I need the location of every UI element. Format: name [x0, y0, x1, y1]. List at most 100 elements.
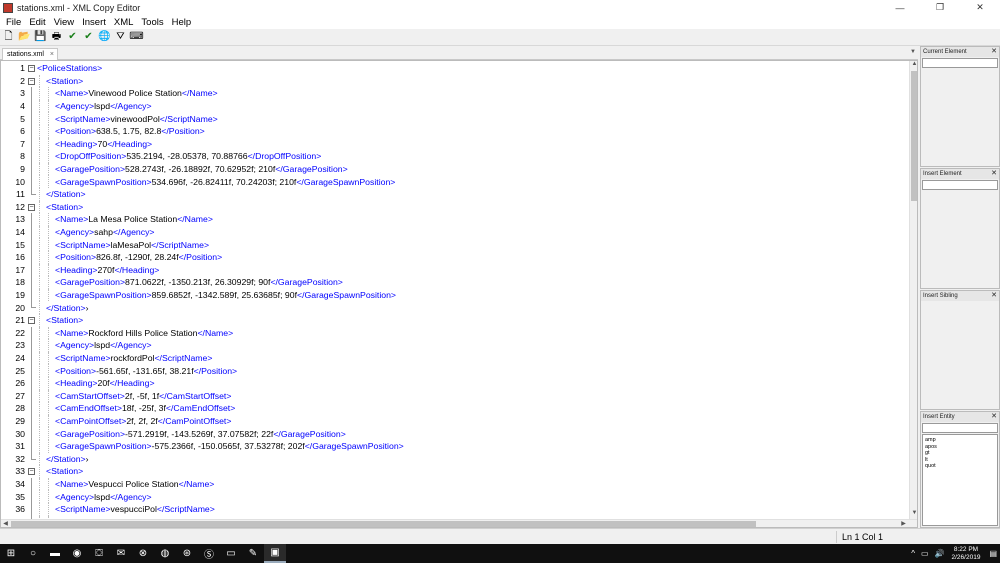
horizontal-scroll-thumb[interactable]: [11, 521, 756, 527]
code-line[interactable]: 10 <GarageSpawnPosition> 534.696f, -26.824…: [1, 175, 909, 188]
notifications-icon[interactable]: ▤: [989, 549, 997, 558]
menu-xml[interactable]: XML: [110, 17, 138, 28]
fold-toggle-icon[interactable]: −: [27, 314, 37, 327]
code-line[interactable]: 12− <Station>: [1, 200, 909, 214]
code-line[interactable]: 29 <CamPointOffset> 2f, 2f, 2f </CamPointOf…: [1, 414, 909, 428]
menu-view[interactable]: View: [50, 17, 78, 28]
close-icon[interactable]: ✕: [991, 47, 997, 55]
pane-dropdown-icon[interactable]: ▼: [910, 49, 918, 57]
file-explorer-icon[interactable]: ▬: [44, 544, 66, 563]
code-line[interactable]: 11 </Station>: [1, 188, 909, 201]
pretty-print-icon[interactable]: ⌨: [129, 31, 143, 44]
skype-icon[interactable]: Ⓢ: [198, 544, 220, 563]
steam-icon[interactable]: ⊛: [176, 544, 198, 563]
horizontal-scrollbar[interactable]: ◀ ▶: [1, 519, 917, 527]
menu-edit[interactable]: Edit: [25, 17, 49, 28]
code-line[interactable]: 28 <CamEndOffset> 18f, -25f, 3f </CamEndOff…: [1, 402, 909, 415]
fold-toggle-icon[interactable]: −: [27, 465, 37, 478]
current-element-field[interactable]: [922, 58, 998, 68]
tray-overflow-icon[interactable]: ^: [911, 549, 915, 558]
code-line[interactable]: 35 <Agency> lspd </Agency>: [1, 490, 909, 503]
mail-icon[interactable]: ✉: [110, 544, 132, 563]
clock[interactable]: 8:22 PM 2/26/2019: [952, 546, 981, 562]
indent-guide: [37, 263, 46, 277]
code-line[interactable]: 30 <GaragePosition> -571.2919f, -143.5269f…: [1, 427, 909, 440]
code-line[interactable]: 22 <Name> Rockford Hills Police Station </N…: [1, 326, 909, 340]
code-line[interactable]: 25 <Position> -561.65f, -131.65f, 38.21f </…: [1, 364, 909, 377]
browser-icon[interactable]: 🌐: [98, 31, 111, 44]
vertical-scrollbar[interactable]: ▲ ▼: [909, 61, 917, 519]
code-line[interactable]: 4 <Agency> lspd </Agency>: [1, 99, 909, 113]
xml-copy-editor-icon[interactable]: ▣: [264, 544, 286, 563]
code-line[interactable]: 9 <GaragePosition> 528.2743f, -26.18892f, …: [1, 162, 909, 176]
code-line[interactable]: 13 <Name> La Mesa Police Station </Name>: [1, 213, 909, 226]
code-line[interactable]: 18 <GaragePosition> 871.0622f, -1350.213f,…: [1, 276, 909, 289]
menu-insert[interactable]: Insert: [78, 17, 110, 28]
scroll-up-icon[interactable]: ▲: [910, 61, 917, 70]
menu-tools[interactable]: Tools: [137, 17, 167, 28]
fold-toggle-icon[interactable]: −: [27, 62, 37, 75]
network-icon[interactable]: ▭: [921, 549, 929, 558]
code-line[interactable]: 27 <CamStartOffset> 2f, -5f, 1f </CamStartO…: [1, 389, 909, 403]
scroll-down-icon[interactable]: ▼: [910, 510, 917, 519]
fold-toggle-icon[interactable]: −: [27, 201, 37, 214]
start-icon[interactable]: ⊞: [0, 544, 22, 563]
code-line[interactable]: 23 <Agency> lspd </Agency>: [1, 339, 909, 352]
code-line[interactable]: 21− <Station>: [1, 314, 909, 327]
code-line[interactable]: 19 <GarageSpawnPosition> 859.6852f, -1342.…: [1, 288, 909, 302]
code-line[interactable]: 32 </Station> ›: [1, 452, 909, 466]
close-icon[interactable]: ✕: [991, 412, 997, 420]
validate-icon[interactable]: ✔: [82, 31, 95, 44]
close-icon[interactable]: ✕: [991, 169, 997, 177]
save-icon[interactable]: 💾: [34, 31, 47, 44]
close-icon[interactable]: ✕: [991, 291, 997, 299]
code-line[interactable]: 33− <Station>: [1, 465, 909, 478]
store-icon[interactable]: ⛋: [88, 544, 110, 563]
insert-entity-field[interactable]: [922, 423, 998, 433]
code-editor[interactable]: 1− <PoliceStations> 2− <Station> 3 <Name> Vine…: [0, 60, 918, 528]
xslt-icon[interactable]: ⛛: [114, 31, 127, 44]
menu-file[interactable]: File: [2, 17, 25, 28]
code-line[interactable]: 24 <ScriptName> rockfordPol </ScriptName>: [1, 351, 909, 365]
terminal-icon[interactable]: ▭: [220, 544, 242, 563]
menu-help[interactable]: Help: [168, 17, 196, 28]
code-line[interactable]: 17 <Heading> 270f </Heading>: [1, 263, 909, 277]
code-line[interactable]: 15 <ScriptName> laMesaPol </ScriptName>: [1, 238, 909, 251]
vertical-scroll-thumb[interactable]: [911, 71, 917, 201]
code-line[interactable]: 20 </Station> ›: [1, 301, 909, 314]
xbox-icon[interactable]: ⊗: [132, 544, 154, 563]
unknown-app-icon[interactable]: ✎: [242, 544, 264, 563]
code-line[interactable]: 7 <Heading> 70 </Heading>: [1, 137, 909, 151]
search-icon[interactable]: ○: [22, 544, 44, 563]
scroll-right-icon[interactable]: ▶: [899, 520, 908, 527]
code-line[interactable]: 14 <Agency> sahp </Agency>: [1, 225, 909, 239]
insert-element-field[interactable]: [922, 180, 998, 190]
code-line[interactable]: 3 <Name> Vinewood Police Station </Name>: [1, 87, 909, 100]
xml-tag: <ScriptName>: [55, 353, 111, 364]
scroll-left-icon[interactable]: ◀: [1, 520, 10, 527]
chrome-icon[interactable]: ◉: [66, 544, 88, 563]
volume-icon[interactable]: 🔊: [935, 549, 945, 558]
open-folder-icon[interactable]: 📂: [18, 31, 31, 44]
code-line[interactable]: 8 <DropOffPosition> 535.2194, -28.05378, 7…: [1, 150, 909, 163]
minimize-button[interactable]: —: [880, 0, 920, 15]
print-icon[interactable]: 🖶: [50, 31, 63, 44]
check-wellformed-icon[interactable]: ✔: [66, 31, 79, 44]
code-line[interactable]: 6 <Position> 638.5, 1.75, 82.8 </Position>: [1, 125, 909, 138]
tab-close-icon[interactable]: ×: [50, 51, 54, 58]
code-line[interactable]: 16 <Position> 826.8f, -1290f, 28.24f </Posi…: [1, 251, 909, 264]
entity-item[interactable]: quot: [925, 463, 995, 470]
tab-stations-xml[interactable]: stations.xml ×: [2, 48, 58, 60]
maximize-button[interactable]: ❐: [920, 0, 960, 15]
spotify-icon[interactable]: ◍: [154, 544, 176, 563]
fold-toggle-icon[interactable]: −: [27, 75, 37, 88]
code-line[interactable]: 31 <GarageSpawnPosition> -575.2366f, -150.…: [1, 440, 909, 453]
code-line[interactable]: 34 <Name> Vespucci Police Station </Name>: [1, 477, 909, 491]
code-line[interactable]: 2− <Station>: [1, 74, 909, 88]
code-line[interactable]: 26 <Heading> 20f </Heading>: [1, 377, 909, 390]
code-line[interactable]: 36 <ScriptName> vespucciPol </ScriptName>: [1, 503, 909, 516]
new-file-icon[interactable]: 🗋: [2, 31, 15, 44]
close-button[interactable]: ✕: [960, 0, 1000, 15]
code-line[interactable]: 1− <PoliceStations>: [1, 62, 909, 75]
code-line[interactable]: 5 <ScriptName> vinewoodPol </ScriptName>: [1, 112, 909, 125]
